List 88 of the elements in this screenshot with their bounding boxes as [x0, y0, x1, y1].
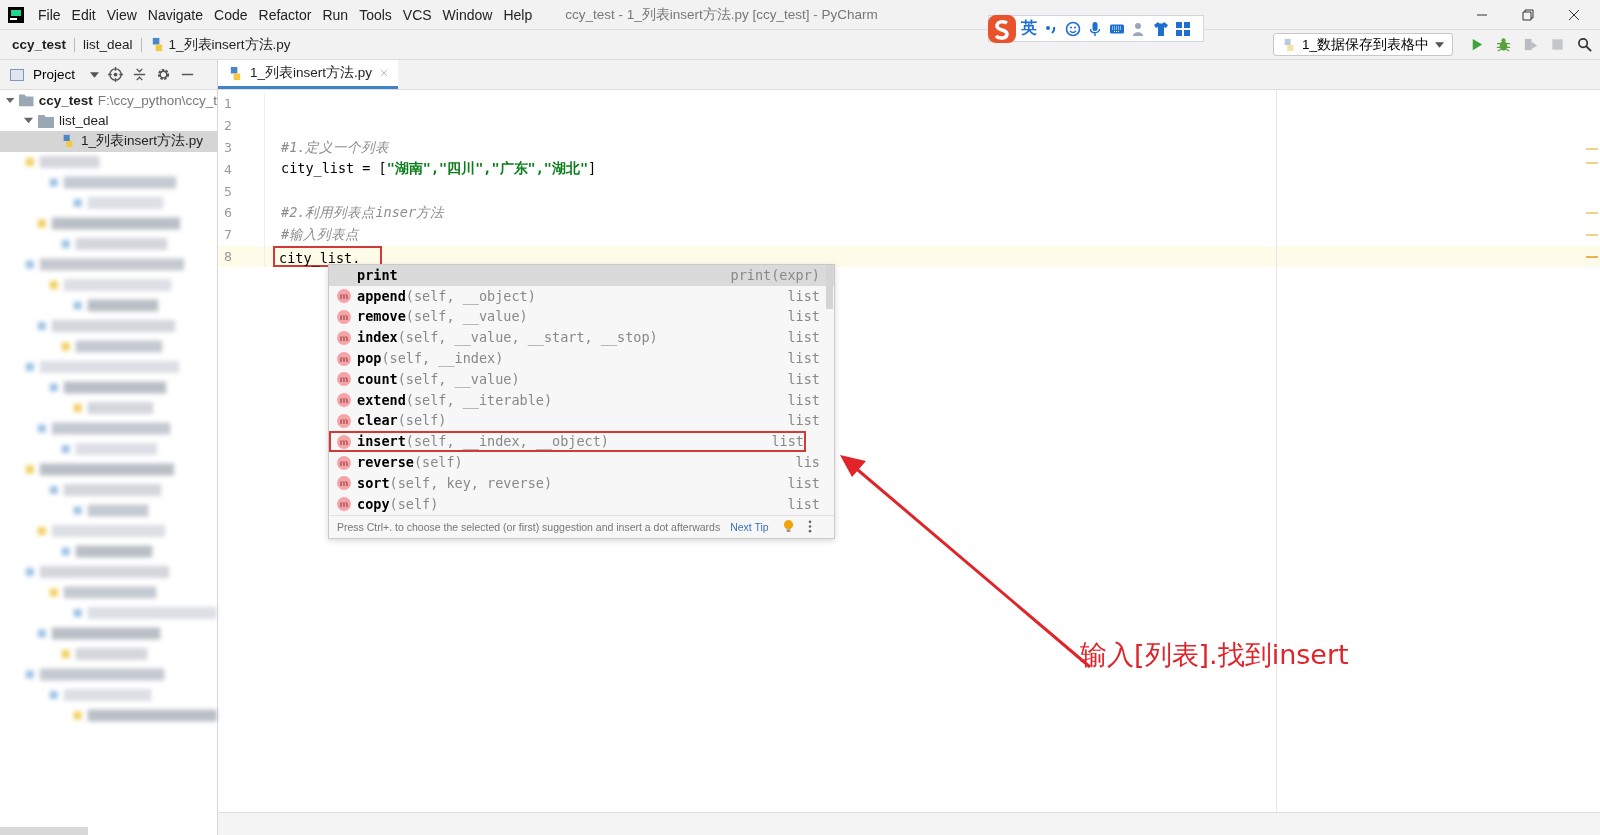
completion-item[interactable]: remove(self, __value) list [329, 306, 834, 328]
line-number: 8 [218, 245, 265, 268]
python-file-icon [228, 65, 243, 81]
panel-icon [10, 68, 24, 81]
method-icon [337, 434, 351, 449]
completion-item[interactable]: copy(self) list [329, 493, 834, 515]
settings-icon[interactable] [156, 67, 171, 82]
window-title: ccy_test - 1_列表insert方法.py [ccy_test] - PyCharm [565, 5, 878, 24]
completion-item[interactable]: index(self, __value, __start, __stop) list [329, 327, 834, 349]
menu-item[interactable]: File [38, 6, 61, 23]
folder-icon [38, 113, 54, 128]
line-number: 1 [218, 93, 265, 115]
line-number: 6 [218, 202, 265, 224]
line-number: 2 [218, 114, 265, 137]
method-icon [337, 497, 351, 512]
code-token: #输入列表点 [281, 224, 360, 243]
collapse-icon[interactable] [132, 67, 147, 82]
completion-item[interactable]: print print(expr) [329, 265, 834, 286]
menu-item[interactable]: Refactor [258, 6, 312, 23]
expand-arrow-icon[interactable] [24, 116, 33, 126]
folder-icon [19, 93, 34, 108]
restore-icon[interactable] [1522, 8, 1534, 21]
smiley-icon[interactable] [1065, 20, 1081, 37]
ime-logo-icon[interactable] [987, 14, 1017, 44]
menu-item[interactable]: View [106, 6, 137, 23]
microphone-icon[interactable] [1087, 20, 1103, 37]
menu-item[interactable]: Help [503, 6, 533, 23]
completion-item[interactable]: reverse(self) lis [329, 452, 834, 473]
shirt-icon[interactable] [1153, 20, 1169, 37]
grid-icon[interactable] [1175, 20, 1191, 37]
line-number: 7 [218, 223, 265, 246]
completion-item[interactable]: clear(self) list [329, 410, 834, 432]
search-icon[interactable] [1577, 37, 1592, 52]
method-icon [337, 310, 351, 324]
method-icon [337, 330, 351, 345]
completion-item[interactable]: insert(self, __index, __object) list [329, 431, 806, 453]
menu-item[interactable]: VCS [402, 6, 432, 23]
tree-item[interactable]: ccy_test F:\ccy_python\ccy_t [0, 90, 217, 111]
tree-item[interactable]: 1_列表insert方法.py [0, 131, 217, 152]
run-config-dropdown[interactable]: 1_数据保存到表格中 [1272, 33, 1453, 56]
app-logo-icon [8, 6, 24, 23]
close-icon[interactable] [1568, 8, 1580, 21]
line-number: 3 [218, 136, 265, 159]
menu-item[interactable]: Window [442, 6, 493, 23]
method-icon [337, 393, 351, 408]
completion-item[interactable]: extend(self, __iterable) list [329, 389, 834, 411]
caret-icon [90, 71, 99, 78]
project-view-dropdown[interactable]: Project [33, 67, 99, 82]
code-token: ] [588, 159, 597, 178]
code-token: "湖南","四川","广东","湖北" [386, 159, 589, 178]
code-token: #2.利用列表点inser方法 [281, 203, 445, 221]
method-icon [337, 372, 351, 387]
menu-item[interactable]: Edit [71, 6, 96, 23]
completion-item[interactable]: pop(self, __index) list [329, 348, 834, 369]
method-icon [337, 413, 351, 428]
method-icon [337, 289, 351, 304]
breadcrumb[interactable]: ccy_test [12, 37, 67, 52]
completion-item[interactable]: count(self, __value) list [329, 369, 834, 390]
menu-item[interactable]: Run [322, 6, 349, 23]
input-mode-toggle[interactable]: 英 [1021, 18, 1037, 39]
next-tip-link[interactable]: Next Tip [730, 520, 769, 533]
bug-icon[interactable] [1496, 37, 1511, 52]
expand-arrow-icon[interactable] [6, 95, 15, 105]
line-number: 4 [218, 158, 265, 181]
menu-item[interactable]: Tools [359, 6, 392, 23]
line-number: 5 [218, 180, 265, 202]
menu-item[interactable]: Navigate [147, 6, 204, 23]
code-token: city_list = [ [281, 159, 387, 178]
scrollbar-thumb[interactable] [826, 265, 833, 309]
caret-icon [1435, 41, 1444, 48]
tree-item[interactable]: list_deal [0, 110, 217, 131]
completion-item[interactable]: append(self, __object) list [329, 285, 834, 307]
method-icon [337, 476, 351, 491]
scrollbar[interactable] [0, 827, 88, 835]
lightbulb-icon [782, 519, 794, 535]
locate-icon[interactable] [108, 67, 123, 82]
completion-item[interactable]: sort(self, key, reverse) list [329, 472, 834, 494]
code-token: city_list. [279, 248, 361, 267]
method-icon [337, 455, 351, 470]
breadcrumb[interactable]: 1_列表insert方法.py [168, 35, 291, 54]
menu-item[interactable]: Code [214, 6, 248, 23]
code-token: #1.定义一个列表 [281, 137, 390, 156]
more-icon[interactable] [807, 520, 812, 534]
annotation-text: 输入[列表].找到insert [1080, 638, 1349, 672]
hint-text: Press Ctrl+. to choose the selected (or first) suggestion and insert a dot afterwards [337, 520, 721, 533]
method-icon [337, 351, 351, 366]
breadcrumb[interactable]: list_deal [83, 37, 133, 52]
editor-tab[interactable]: 1_列表insert方法.py [218, 60, 399, 89]
